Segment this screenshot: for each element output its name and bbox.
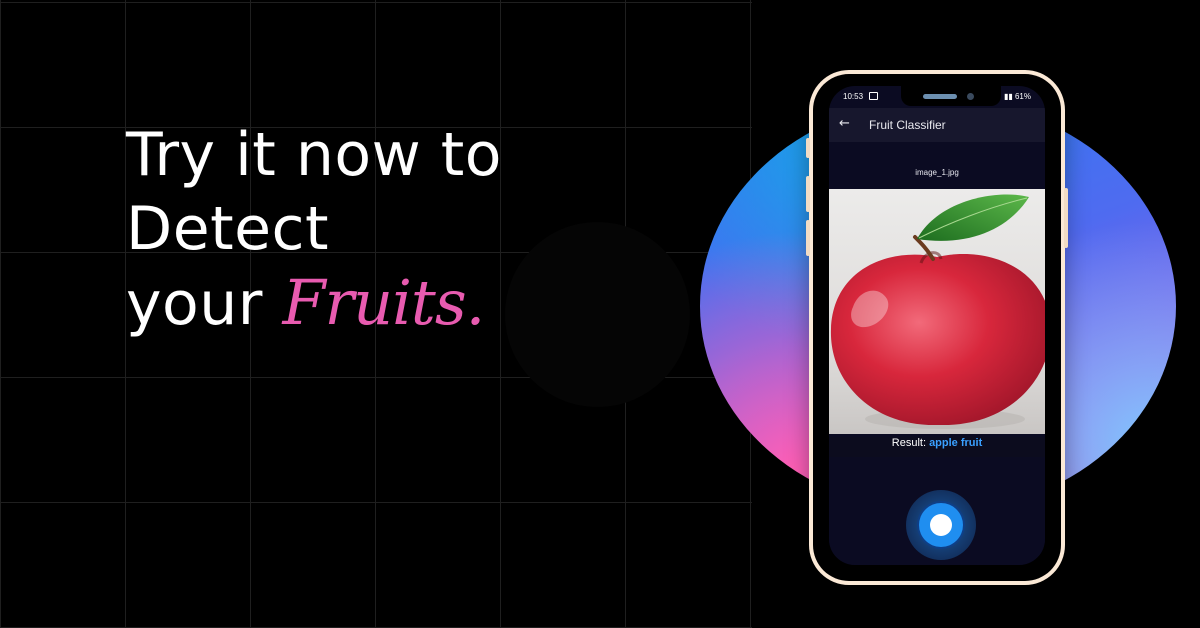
headline: Try it now to Detect your Fruits. <box>126 118 502 341</box>
arrow-left-icon[interactable]: ← <box>839 116 850 131</box>
phone-bezel: 10:53 ▮▮ 61% ← Fruit Classifier image_1.… <box>813 74 1061 581</box>
phone-side-button <box>806 138 810 158</box>
earpiece <box>923 94 957 99</box>
result-text: Result: apple fruit <box>829 437 1045 457</box>
headline-line-2: Detect <box>126 194 330 264</box>
app-bar: ← Fruit Classifier <box>829 108 1045 142</box>
phone-volume-down <box>806 220 810 256</box>
battery-indicator: ▮▮ 61% <box>1004 92 1031 101</box>
status-time: 10:53 <box>843 92 864 101</box>
apple-illustration <box>830 194 1045 429</box>
capture-button[interactable] <box>906 490 976 560</box>
phone-mockup: 10:53 ▮▮ 61% ← Fruit Classifier image_1.… <box>806 70 1068 585</box>
capture-ring <box>919 503 963 547</box>
headline-accent: Fruits. <box>282 266 485 339</box>
signal-icon: ▮▮ <box>1003 92 1015 101</box>
image-filename: image_1.jpg <box>915 168 959 177</box>
camera-notch <box>901 86 1001 106</box>
headline-line-1: Try it now to <box>126 120 502 190</box>
result-value: apple fruit <box>929 437 983 449</box>
background-blob <box>505 222 690 407</box>
fruit-photo <box>829 189 1045 434</box>
phone-volume-up <box>806 176 810 212</box>
gallery-notification-icon <box>869 92 878 100</box>
app-title: Fruit Classifier <box>869 118 946 132</box>
front-camera <box>967 93 974 100</box>
battery-percent: 61% <box>1014 92 1031 101</box>
shutter-icon <box>930 514 952 536</box>
phone-screen: 10:53 ▮▮ 61% ← Fruit Classifier image_1.… <box>829 86 1045 565</box>
phone-power-button <box>1064 188 1068 248</box>
result-label: Result: <box>891 437 930 449</box>
headline-line-3-prefix: your <box>126 269 283 339</box>
